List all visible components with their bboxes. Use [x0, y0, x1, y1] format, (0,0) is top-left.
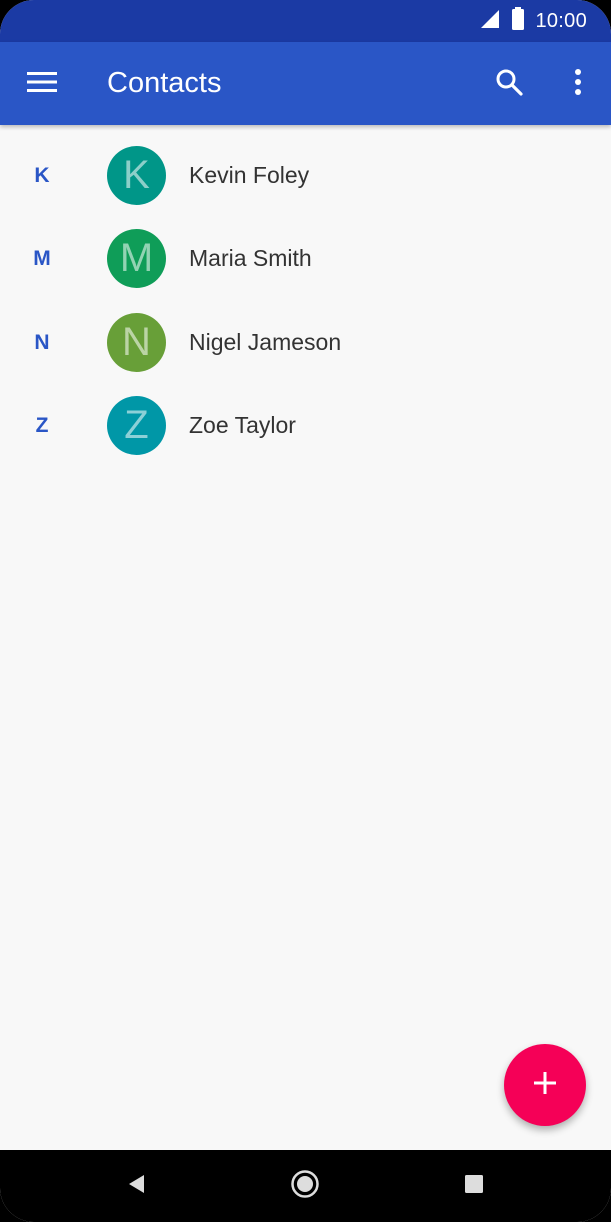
home-button[interactable] [290, 1169, 320, 1204]
search-icon [495, 68, 523, 101]
app-bar: Contacts [0, 42, 611, 125]
recents-icon [464, 1174, 484, 1199]
status-bar: 10:00 [0, 0, 611, 42]
avatar: M [107, 229, 166, 289]
contact-name: Zoe Taylor [189, 411, 296, 438]
contact-row-nigel-jameson[interactable]: N N Nigel Jameson [0, 301, 611, 384]
add-contact-button[interactable] [504, 1044, 586, 1126]
signal-icon [479, 8, 501, 35]
contact-list: K K Kevin Foley M M Maria Smith N N Nige… [0, 134, 611, 467]
page-title: Contacts [107, 67, 222, 99]
section-letter: Z [35, 413, 49, 437]
home-icon [290, 1169, 320, 1204]
add-icon [532, 1070, 558, 1101]
navigation-bar [0, 1150, 611, 1222]
recents-button[interactable] [464, 1174, 484, 1199]
contact-name: Nigel Jameson [189, 328, 342, 355]
menu-button[interactable] [22, 64, 62, 104]
contact-row-zoe-taylor[interactable]: Z Z Zoe Taylor [0, 384, 611, 467]
contact-name: Maria Smith [189, 245, 312, 272]
avatar: K [107, 146, 166, 205]
status-icons: 10:00 [479, 0, 587, 42]
section-letter: N [34, 330, 50, 354]
more-vert-icon [574, 68, 582, 101]
phone-screen: 10:00 Contacts K K Kevin Foley M M Maria… [0, 0, 611, 1222]
contact-name: Kevin Foley [189, 162, 310, 188]
status-time: 10:00 [535, 9, 587, 32]
back-button[interactable] [124, 1174, 148, 1198]
section-letter: M [33, 247, 51, 271]
search-button[interactable] [488, 63, 530, 105]
section-letter: K [34, 164, 50, 187]
contact-row-kevin-foley[interactable]: K K Kevin Foley [0, 134, 611, 217]
more-options-button[interactable] [558, 63, 598, 105]
back-icon [126, 1173, 146, 1200]
avatar: N [107, 312, 166, 372]
contact-row-maria-smith[interactable]: M M Maria Smith [0, 217, 611, 300]
battery-icon [511, 6, 525, 36]
menu-icon [27, 71, 57, 98]
avatar: Z [107, 395, 166, 455]
